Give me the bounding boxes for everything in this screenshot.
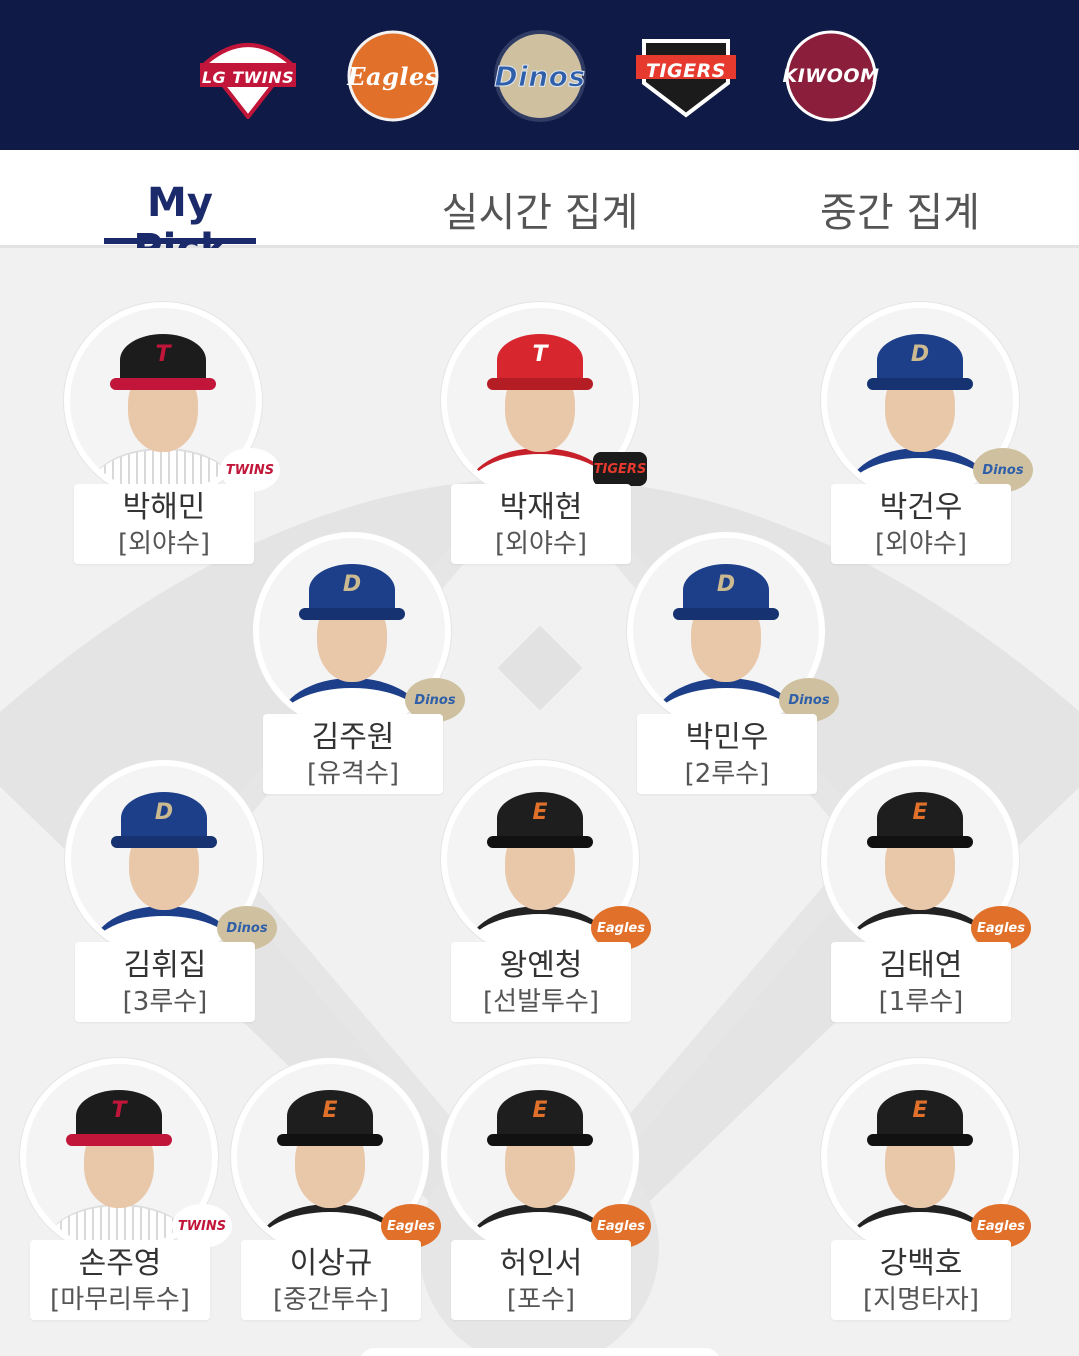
kiwoom-logo[interactable]: KIWOOM bbox=[778, 30, 884, 122]
lineup-field: T TWINS 박해민 [외야수] T TIGERS 박재현 [외야수] D D… bbox=[0, 248, 1079, 1356]
tab-bar: My Pick 실시간 집계 중간 집계 bbox=[0, 150, 1079, 272]
player-nameplate: 허인서 [포수] bbox=[451, 1240, 631, 1320]
team-logo-bar: LG TWINS Eagles Dinos TIGERS KIWOOM bbox=[0, 0, 1079, 150]
player-position: [1루수] bbox=[878, 987, 964, 1017]
player-name: 김휘집 bbox=[123, 948, 207, 983]
player-name: 박재현 bbox=[499, 490, 583, 525]
player-name: 왕옌청 bbox=[499, 948, 583, 983]
tab-interim-tally[interactable]: 중간 집계 bbox=[800, 180, 1000, 238]
tigers-logo[interactable]: TIGERS bbox=[634, 30, 738, 122]
player-position: [중간투수] bbox=[273, 1285, 389, 1315]
dinos-logo[interactable]: Dinos bbox=[476, 30, 604, 122]
player-nameplate: 박건우 [외야수] bbox=[831, 484, 1011, 564]
player-nameplate: 손주영 [마무리투수] bbox=[30, 1240, 210, 1320]
player-position: [마무리투수] bbox=[50, 1285, 190, 1315]
player-nameplate: 왕옌청 [선발투수] bbox=[451, 942, 631, 1022]
player-name: 이상규 bbox=[289, 1246, 373, 1281]
logo-label: TIGERS bbox=[646, 60, 726, 82]
lg-twins-logo[interactable]: LG TWINS bbox=[198, 30, 298, 122]
team-badge: TIGERS bbox=[593, 452, 647, 486]
active-tab-indicator bbox=[104, 238, 256, 244]
player-nameplate: 김태연 [1루수] bbox=[831, 942, 1011, 1022]
player-name: 허인서 bbox=[499, 1246, 583, 1281]
player-name: 박민우 bbox=[685, 720, 769, 755]
player-position: [외야수] bbox=[117, 529, 211, 559]
tab-realtime-tally[interactable]: 실시간 집계 bbox=[420, 180, 660, 238]
logo-label: Eagles bbox=[347, 61, 439, 91]
player-nameplate: 박민우 [2루수] bbox=[637, 714, 817, 794]
player-name: 김태연 bbox=[879, 948, 963, 983]
player-name: 박건우 bbox=[879, 490, 963, 525]
player-nameplate: 박해민 [외야수] bbox=[74, 484, 254, 564]
player-position: [지명타자] bbox=[863, 1285, 979, 1315]
player-nameplate: 김휘집 [3루수] bbox=[75, 942, 255, 1022]
player-nameplate: 김주원 [유격수] bbox=[263, 714, 443, 794]
player-name: 박해민 bbox=[122, 490, 206, 525]
player-name: 김주원 bbox=[311, 720, 395, 755]
player-position: [포수] bbox=[506, 1285, 576, 1315]
player-name: 강백호 bbox=[879, 1246, 963, 1281]
eagles-logo[interactable]: Eagles bbox=[343, 30, 443, 122]
logo-label: Dinos bbox=[494, 59, 586, 93]
player-position: [선발투수] bbox=[483, 987, 599, 1017]
player-position: [2루수] bbox=[684, 759, 770, 789]
player-nameplate: 이상규 [중간투수] bbox=[241, 1240, 421, 1320]
player-position: [3루수] bbox=[122, 987, 208, 1017]
player-position: [유격수] bbox=[306, 759, 400, 789]
logo-label: LG TWINS bbox=[201, 68, 295, 87]
player-nameplate: 박재현 [외야수] bbox=[451, 484, 631, 564]
player-nameplate: 강백호 [지명타자] bbox=[831, 1240, 1011, 1320]
player-position: [외야수] bbox=[874, 529, 968, 559]
player-name: 손주영 bbox=[78, 1246, 162, 1281]
player-position: [외야수] bbox=[494, 529, 588, 559]
bottom-sheet-handle[interactable] bbox=[360, 1348, 720, 1356]
logo-label: KIWOOM bbox=[782, 65, 880, 87]
